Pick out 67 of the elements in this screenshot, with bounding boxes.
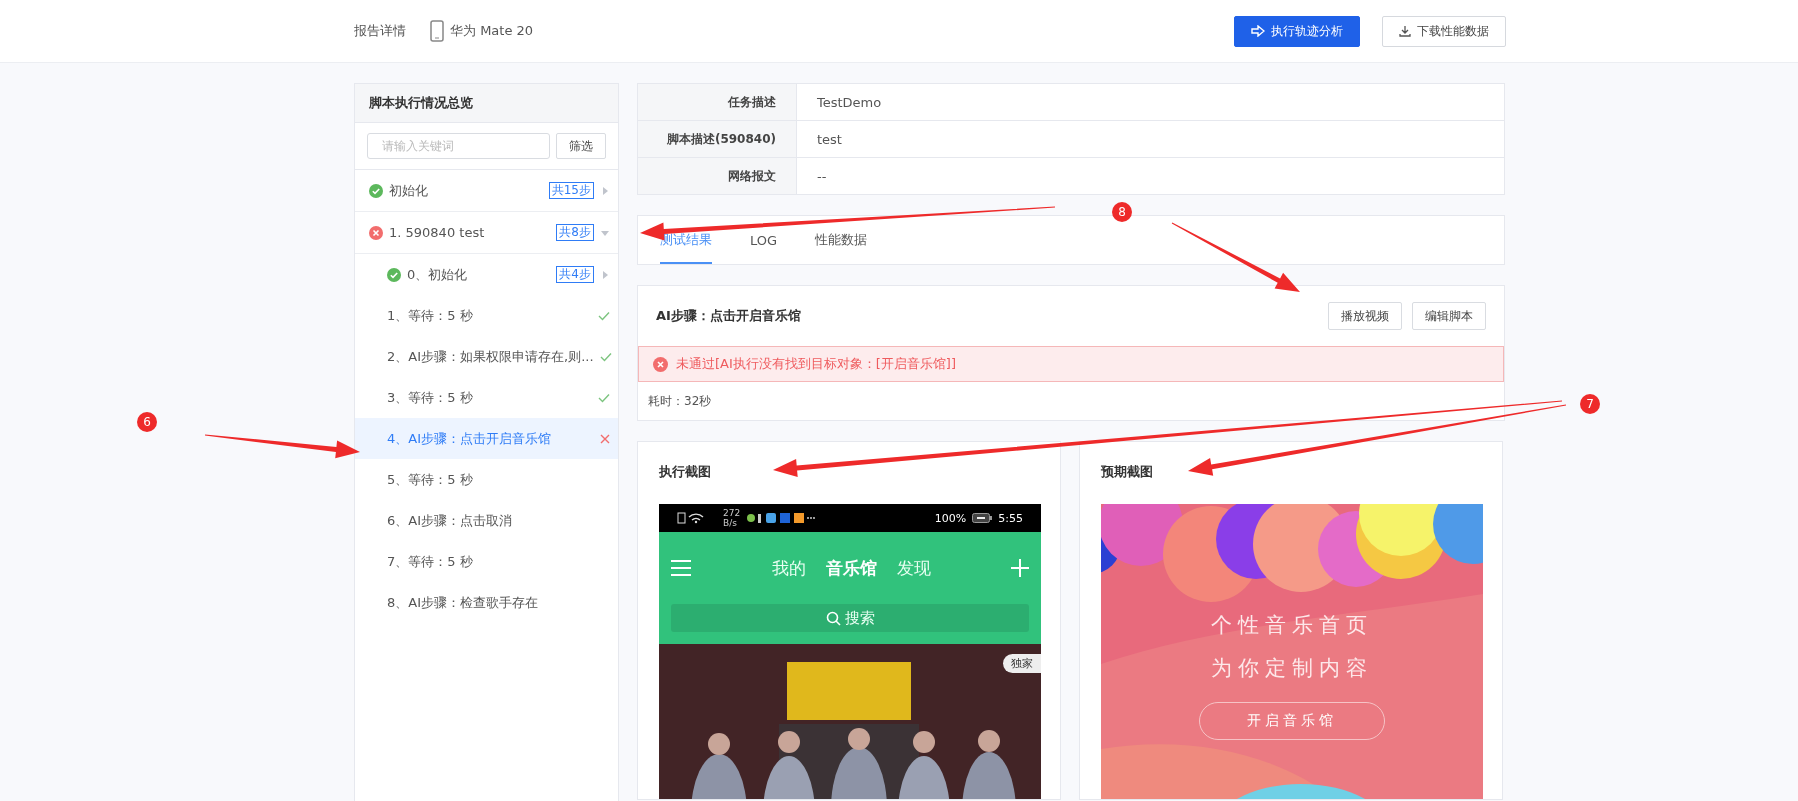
step-item[interactable]: 4、AI步骤：点击开启音乐馆 xyxy=(355,418,618,459)
step-label: 2、AI步骤：如果权限申请存在,则... xyxy=(387,347,594,366)
step-title: AI步骤：点击开启音乐馆 xyxy=(656,307,802,325)
step-label: 1、等待：5 秒 xyxy=(387,306,474,325)
field-label: 任务描述 xyxy=(728,93,776,111)
plus-icon[interactable] xyxy=(1011,559,1029,577)
step-count-badge: 共8步 xyxy=(556,224,594,241)
error-circle-icon xyxy=(653,356,668,372)
panel-title: 脚本执行情况总览 xyxy=(355,84,618,123)
step-label: 7、等待：5 秒 xyxy=(387,552,474,571)
step-label: 3、等待：5 秒 xyxy=(387,388,474,407)
field-value: -- xyxy=(817,168,827,184)
promo-text: 为你定制内容 xyxy=(1211,655,1373,682)
promo-text: 个性音乐首页 xyxy=(1211,612,1373,639)
step-item[interactable]: 1. 590840 test 共8步 xyxy=(355,212,618,254)
step-item[interactable]: 5、等待：5 秒 xyxy=(355,459,618,500)
caret-right-icon[interactable] xyxy=(600,269,610,280)
download-icon xyxy=(1399,25,1411,37)
step-item[interactable]: 1、等待：5 秒 xyxy=(355,295,618,336)
step-item[interactable]: 0、初始化 共4步 xyxy=(355,254,618,295)
search-icon xyxy=(825,610,841,626)
error-message: 未通过[AI执行没有找到目标对象：[开启音乐馆]] xyxy=(676,355,956,373)
notification-icons-drawing xyxy=(746,512,817,524)
step-label: 0、初始化 xyxy=(407,265,469,284)
keyword-field[interactable]: 请输入关键词 xyxy=(367,133,550,159)
step-label: 8、AI步骤：检查歌手存在 xyxy=(387,593,539,612)
clock-time: 5:55 xyxy=(998,511,1023,525)
duration-text: 耗时：32秒 xyxy=(648,392,712,410)
edit-script-button[interactable]: 编辑脚本 xyxy=(1412,302,1486,330)
step-label: 4、AI步骤：点击开启音乐馆 xyxy=(387,429,552,448)
step-count-badge: 共4步 xyxy=(556,266,594,283)
card-title: 预期截图 xyxy=(1101,463,1154,481)
download-button[interactable]: 下载性能数据 xyxy=(1382,15,1506,47)
step-item[interactable]: 6、AI步骤：点击取消 xyxy=(355,500,618,541)
step-label: 6、AI步骤：点击取消 xyxy=(387,511,513,530)
field-label: 脚本描述(590840) xyxy=(666,130,776,148)
share-arrow-icon xyxy=(1251,25,1265,37)
tab[interactable]: LOG xyxy=(750,216,778,264)
step-marker: 6 xyxy=(137,412,157,432)
device-name: 华为 Mate 20 xyxy=(450,22,534,40)
step-item[interactable]: 7、等待：5 秒 xyxy=(355,541,618,582)
page-title: 报告详情 xyxy=(354,22,406,40)
step-marker: 7 xyxy=(1580,394,1600,414)
step-label: 1. 590840 test xyxy=(389,225,486,240)
step-label: 初始化 xyxy=(389,181,429,200)
network-speed-text: B/s xyxy=(723,518,738,528)
field-label: 网络报文 xyxy=(728,167,776,185)
field-value: test xyxy=(817,131,842,147)
battery-percent: 100% xyxy=(934,511,967,525)
play-video-button[interactable]: 播放视频 xyxy=(1328,302,1402,330)
battery-icon xyxy=(972,513,993,523)
menu-icon[interactable] xyxy=(671,560,691,576)
step-item[interactable]: 初始化 共15步 xyxy=(355,170,618,212)
phone-icon xyxy=(430,20,444,42)
field-value: TestDemo xyxy=(817,94,882,110)
card-title: 执行截图 xyxy=(659,463,712,481)
step-item[interactable]: 8、AI步骤：检查歌手存在 xyxy=(355,582,618,623)
step-count-badge: 共15步 xyxy=(548,182,594,199)
trace-analysis-button[interactable]: 执行轨迹分析 xyxy=(1234,15,1360,47)
step-item[interactable]: 3、等待：5 秒 xyxy=(355,377,618,418)
caret-right-icon[interactable] xyxy=(600,185,610,196)
tab[interactable]: 性能数据 xyxy=(815,216,868,264)
filter-button[interactable]: 筛选 xyxy=(556,133,606,159)
step-label: 5、等待：5 秒 xyxy=(387,470,474,489)
step-marker: 8 xyxy=(1112,202,1132,222)
network-speed-text: 272 xyxy=(723,508,741,518)
step-item[interactable]: 2、AI步骤：如果权限申请存在,则... xyxy=(355,336,618,377)
